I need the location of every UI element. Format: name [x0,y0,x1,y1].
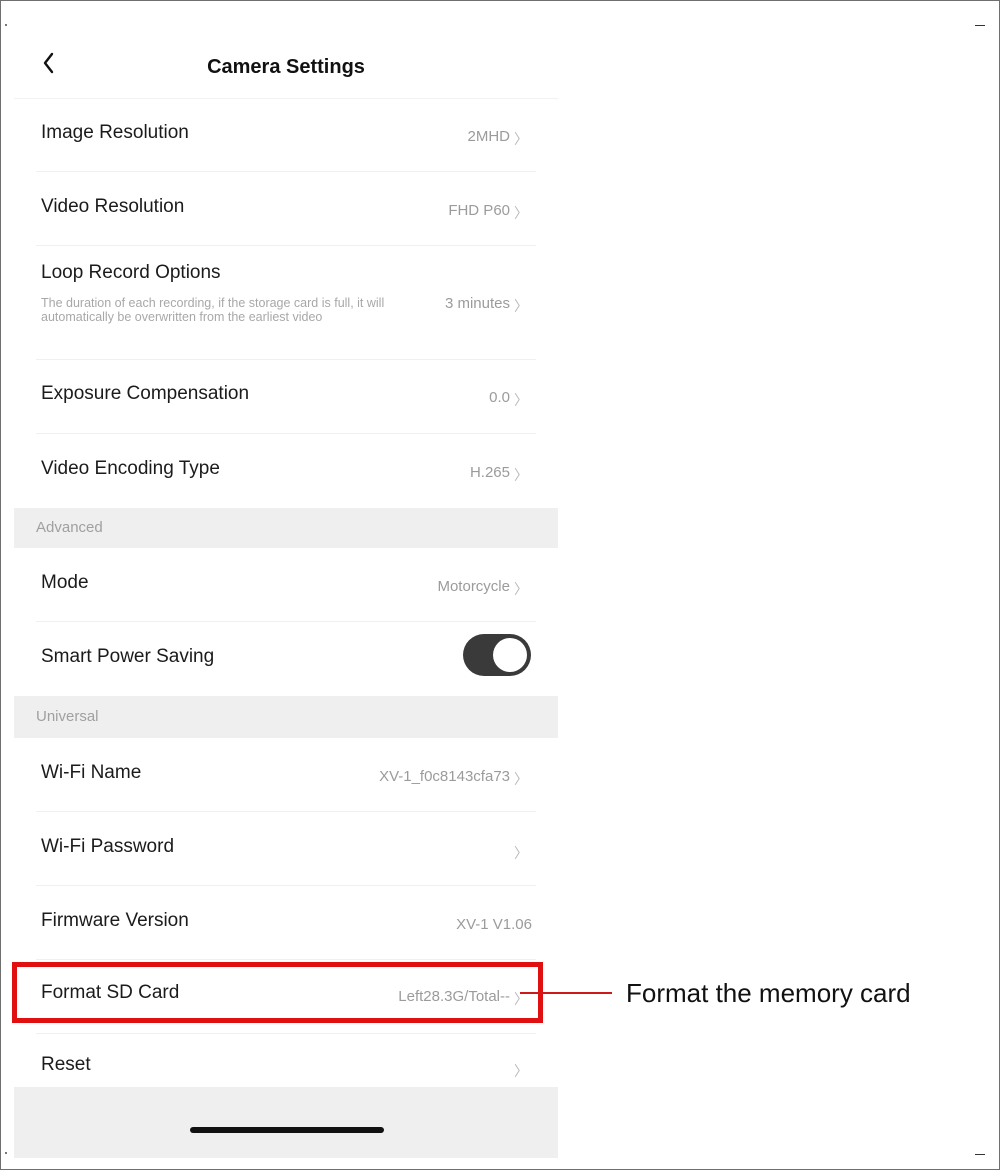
setting-row-reset[interactable]: Reset 〉 [14,1034,558,1087]
setting-label: Mode [41,572,89,593]
setting-row-encoding[interactable]: Video Encoding Type H.265 〉 [14,434,558,508]
setting-value: 0.0 [489,389,510,406]
setting-label: Video Resolution [41,196,185,217]
setting-label: Reset [41,1054,91,1075]
setting-row-exposure[interactable]: Exposure Compensation 0.0 〉 [14,360,558,434]
setting-row-format-sd[interactable]: Format SD Card Left28.3G/Total-- 〉 [14,960,558,1034]
corner-mark-bottom [975,1154,985,1155]
setting-label: Format SD Card [41,982,180,1003]
setting-value: H.265 [469,464,510,481]
setting-row-wifi-password[interactable]: Wi-Fi Password 〉 [14,812,558,886]
chevron-left-icon [43,52,54,74]
settings-screen: Camera Settings Image Resolution 2MHD 〉 … [14,30,558,1158]
setting-row-mode[interactable]: Mode Motorcycle 〉 [14,548,558,622]
setting-value: FHD P60 [448,202,510,219]
corner-dot-bottom [5,1152,7,1154]
setting-value: XV-1_f0c8143cfa73 [379,768,510,785]
section-header-advanced: Advanced [14,508,558,548]
setting-row-wifi-name[interactable]: Wi-Fi Name XV-1_f0c8143cfa73 〉 [14,738,558,812]
section-title: Advanced [36,519,103,536]
setting-label: Image Resolution [41,122,189,143]
corner-dot-top [5,24,7,26]
back-button[interactable] [38,50,66,90]
callout-label: Format the memory card [626,978,911,1008]
callout-line [520,992,612,994]
section-header-universal: Universal [14,696,558,738]
page-title: Camera Settings [207,56,365,78]
chevron-right-icon: 〉 [514,467,528,483]
header-divider [14,98,558,99]
top-bar: Camera Settings [14,30,558,98]
bottom-bar [14,1087,558,1158]
setting-label: Firmware Version [41,910,189,931]
corner-mark-top [975,25,985,26]
chevron-right-icon: 〉 [514,845,528,861]
chevron-right-icon: 〉 [514,771,528,787]
setting-value: Motorcycle [437,578,510,595]
setting-value: XV-1 V1.06 [456,916,532,933]
chevron-right-icon: 〉 [514,1063,528,1079]
section-title: Universal [36,708,99,725]
toggle-knob [493,638,527,672]
setting-label: Wi-Fi Name [41,762,142,783]
setting-label: Exposure Compensation [41,383,250,404]
chevron-right-icon: 〉 [514,131,528,147]
setting-row-video-resolution[interactable]: Video Resolution FHD P60 〉 [14,172,558,246]
setting-label: Smart Power Saving [41,646,215,667]
setting-description: The duration of each recording, if the s… [41,296,385,324]
chevron-right-icon: 〉 [514,392,528,408]
setting-value: 2MHD [467,128,510,145]
setting-row-image-resolution[interactable]: Image Resolution 2MHD 〉 [14,100,558,172]
chevron-right-icon: 〉 [514,205,528,221]
power-saving-toggle[interactable] [463,634,531,676]
chevron-right-icon: 〉 [514,581,528,597]
chevron-right-icon: 〉 [514,298,528,314]
setting-label: Video Encoding Type [41,458,220,479]
home-indicator[interactable] [190,1127,384,1133]
setting-label: Loop Record Options [41,262,221,283]
setting-label: Wi-Fi Password [41,836,175,857]
setting-value: Left28.3G/Total-- [398,988,510,1005]
setting-value: 3 minutes [444,295,510,312]
setting-row-firmware: Firmware Version XV-1 V1.06 [14,886,558,960]
